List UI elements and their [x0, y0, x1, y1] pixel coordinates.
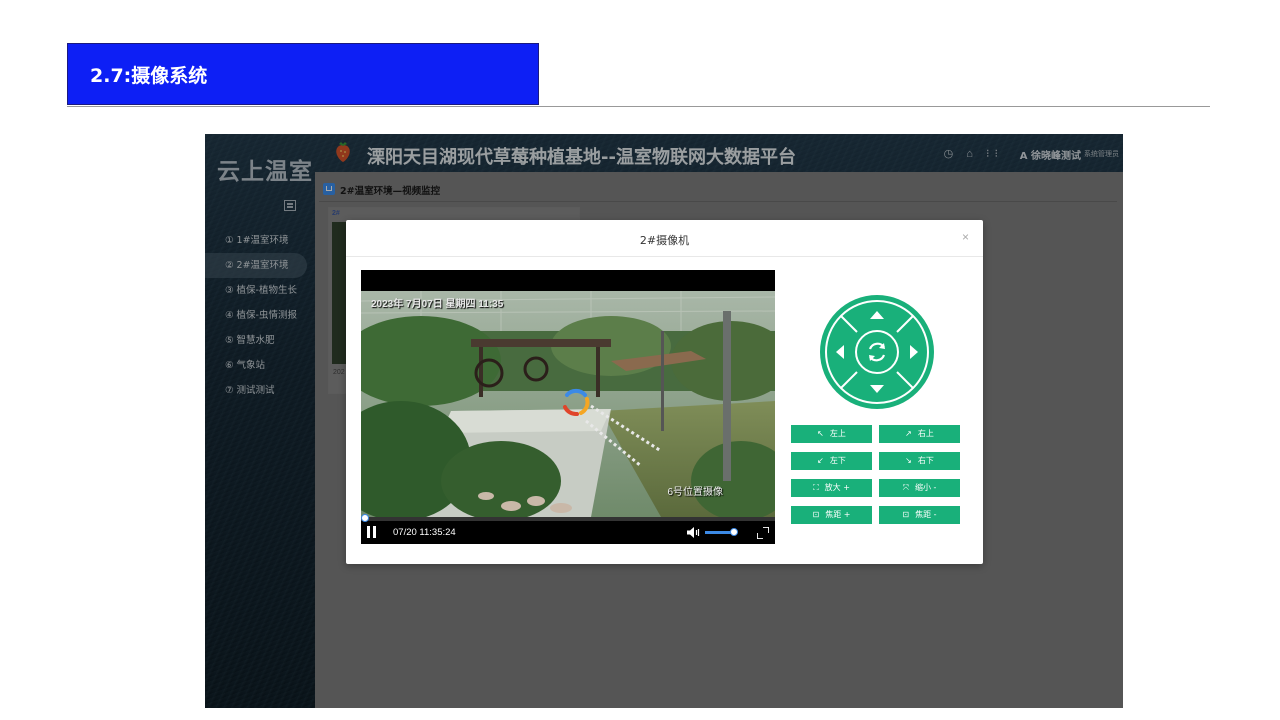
video-time: 07/20 11:35:24: [393, 527, 456, 538]
zoom-in-button[interactable]: ⛶ 放大 +: [791, 479, 872, 497]
video-osd-camera: 6号位置摄像: [667, 487, 723, 498]
focus-icon: ⊡: [902, 510, 910, 519]
ptz-down-right-button[interactable]: ↘ 右下: [879, 452, 960, 470]
zoom-in-icon: ⛶: [813, 483, 819, 492]
fullscreen-icon[interactable]: [757, 527, 769, 539]
modal-header: 2#摄像机 ×: [346, 220, 983, 257]
video-osd-date: 2023年 7月07日 星期四 11:35: [371, 299, 504, 310]
arrow-up-left-icon: ↖: [817, 429, 824, 438]
camera-modal: 2#摄像机 × 2023年 7月07日 星期四 11:35 6号位置摄像 07/…: [346, 220, 983, 564]
ptz-up-left-button[interactable]: ↖ 左上: [791, 425, 872, 443]
arrow-down-left-icon: ↙: [817, 456, 824, 465]
slide-divider: [67, 106, 1210, 107]
focus-plus-button[interactable]: ⊡ 焦距 +: [791, 506, 872, 524]
modal-title: 2#摄像机: [639, 234, 690, 247]
ptz-up-right-button[interactable]: ↗ 右上: [879, 425, 960, 443]
slide-title-banner: 2.7:摄像系统: [67, 43, 539, 105]
ptz-direction-pad: [820, 295, 934, 409]
focus-minus-button[interactable]: ⊡ 焦距 -: [879, 506, 960, 524]
zoom-out-button[interactable]: ⤧ 缩小 -: [879, 479, 960, 497]
arrow-down-right-icon: ↘: [905, 456, 912, 465]
loading-spinner-icon: [563, 388, 590, 417]
ptz-down-left-button[interactable]: ↙ 左下: [791, 452, 872, 470]
volume-slider-handle[interactable]: [729, 528, 738, 536]
pause-icon[interactable]: [367, 526, 377, 538]
video-controls: 07/20 11:35:24: [361, 521, 775, 544]
focus-icon: ⊡: [812, 510, 820, 519]
zoom-out-icon: ⤧: [902, 483, 909, 492]
slide-title: 2.7:摄像系统: [90, 65, 208, 87]
close-icon[interactable]: ×: [962, 230, 969, 244]
volume-icon[interactable]: [687, 527, 701, 538]
video-frame: 2023年 7月07日 星期四 11:35 6号位置摄像: [361, 291, 775, 517]
app-window: 云上温室 ① 1#温室环境 ② 2#温室环境 ③ 植保-植物生长 ④ 植保-虫情…: [205, 134, 1123, 708]
arrow-up-right-icon: ↗: [905, 429, 912, 438]
video-player[interactable]: 2023年 7月07日 星期四 11:35 6号位置摄像 07/20 11:35…: [361, 270, 775, 544]
